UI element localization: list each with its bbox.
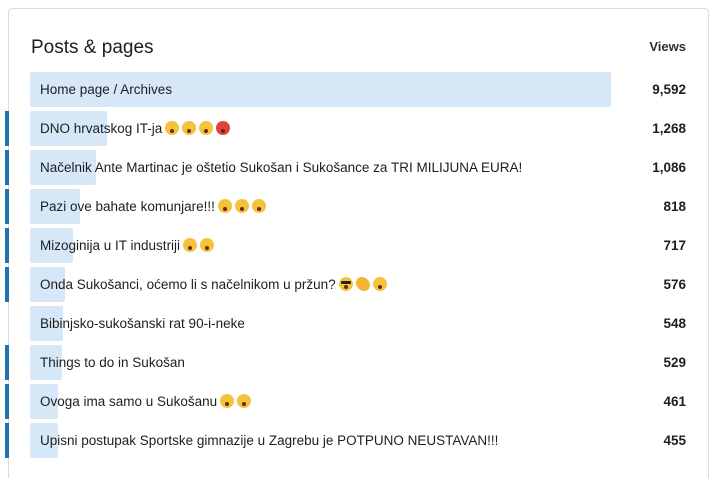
post-row[interactable]: Bibinjsko-sukošanski rat 90-i-neke 548 (9, 306, 708, 341)
post-title-text: Bibinjsko-sukošanski rat 90-i-neke (40, 316, 245, 331)
post-title-link[interactable]: Načelnik Ante Martinac je oštetio Sukoša… (40, 150, 522, 185)
views-count: 455 (663, 433, 686, 448)
post-title-link[interactable]: Mizoginija u IT industriji (40, 228, 215, 263)
row-accent-marker (5, 345, 9, 380)
row-accent-marker (5, 384, 9, 419)
posts-list: Home page / Archives 9,592 DNO hrvatskog I… (5, 72, 708, 462)
views-count: 576 (663, 277, 686, 292)
post-row[interactable]: Načelnik Ante Martinac je oštetio Sukoša… (5, 150, 708, 185)
nerd-face-icon (199, 121, 214, 135)
rofl-face-icon (220, 394, 235, 408)
angry-face-icon (216, 121, 231, 135)
posts-pages-card: Posts & pages Views Home page / Archives… (5, 8, 709, 478)
row-accent-marker (5, 189, 9, 224)
post-row[interactable]: DNO hrvatskog IT-ja 1,268 (5, 111, 708, 146)
astonished-face-icon (183, 238, 198, 252)
post-row[interactable]: Upisni postupak Sportske gimnazije u Zag… (5, 423, 708, 458)
post-title-link[interactable]: Home page / Archives (40, 72, 172, 107)
post-title-link[interactable]: Pazi ove bahate komunjare!!! (40, 189, 266, 224)
thinking-face-icon (237, 394, 252, 408)
views-count: 1,086 (652, 160, 686, 175)
post-title-text: Načelnik Ante Martinac je oštetio Sukoša… (40, 160, 523, 175)
rolling-eyes-icon (182, 121, 197, 135)
post-title-link[interactable]: Things to do in Sukošan (40, 345, 185, 380)
post-row[interactable]: Home page / Archives 9,592 (9, 72, 708, 107)
row-accent-marker (5, 267, 9, 302)
post-row[interactable]: Ovoga ima samo u Sukošanu 461 (5, 384, 708, 419)
post-title-text: Ovoga ima samo u Sukošanu (40, 394, 218, 409)
card-title: Posts & pages (31, 37, 154, 58)
post-row[interactable]: Pazi ove bahate komunjare!!! 818 (5, 189, 708, 224)
post-title-text: Pazi ove bahate komunjare!!! (40, 199, 215, 214)
sunglasses-face-icon (338, 277, 353, 291)
views-column-header: Views (649, 39, 686, 54)
post-title-text: DNO hrvatskog IT-ja (40, 121, 163, 136)
row-accent-marker (5, 423, 9, 458)
rolling-eyes-icon (200, 238, 215, 252)
post-title-link[interactable]: Onda Sukošanci, oćemo li s načelnikom u … (40, 267, 387, 302)
views-count: 1,268 (652, 121, 686, 136)
row-accent-marker (5, 228, 9, 263)
post-title-link[interactable]: Upisni postupak Sportske gimnazije u Zag… (40, 423, 498, 458)
post-row[interactable]: Onda Sukošanci, oćemo li s načelnikom u … (5, 267, 708, 302)
post-row[interactable]: Mizoginija u IT industriji 717 (5, 228, 708, 263)
views-count: 529 (663, 355, 686, 370)
post-title-text: Things to do in Sukošan (40, 355, 185, 370)
post-title-text: Mizoginija u IT industriji (40, 238, 181, 253)
rofl-face-icon (372, 277, 387, 291)
post-title-link[interactable]: Bibinjsko-sukošanski rat 90-i-neke (40, 306, 245, 341)
astonished-face-icon (165, 121, 180, 135)
flexed-biceps-icon (355, 277, 370, 291)
astonished-face-icon (234, 199, 249, 213)
row-accent-marker (5, 111, 9, 146)
views-count: 548 (663, 316, 686, 331)
views-count: 461 (663, 394, 686, 409)
post-title-text: Home page / Archives (40, 82, 173, 97)
views-count: 717 (663, 238, 686, 253)
astonished-face-icon (251, 199, 266, 213)
post-row[interactable]: Things to do in Sukošan 529 (5, 345, 708, 380)
row-accent-marker (5, 150, 9, 185)
post-title-link[interactable]: Ovoga ima samo u Sukošanu (40, 384, 252, 419)
astonished-face-icon (217, 199, 232, 213)
views-count: 818 (663, 199, 686, 214)
post-title-text: Upisni postupak Sportske gimnazije u Zag… (40, 433, 499, 448)
post-title-link[interactable]: DNO hrvatskog IT-ja (40, 111, 231, 146)
post-title-text: Onda Sukošanci, oćemo li s načelnikom u … (40, 277, 336, 292)
views-count: 9,592 (652, 82, 686, 97)
